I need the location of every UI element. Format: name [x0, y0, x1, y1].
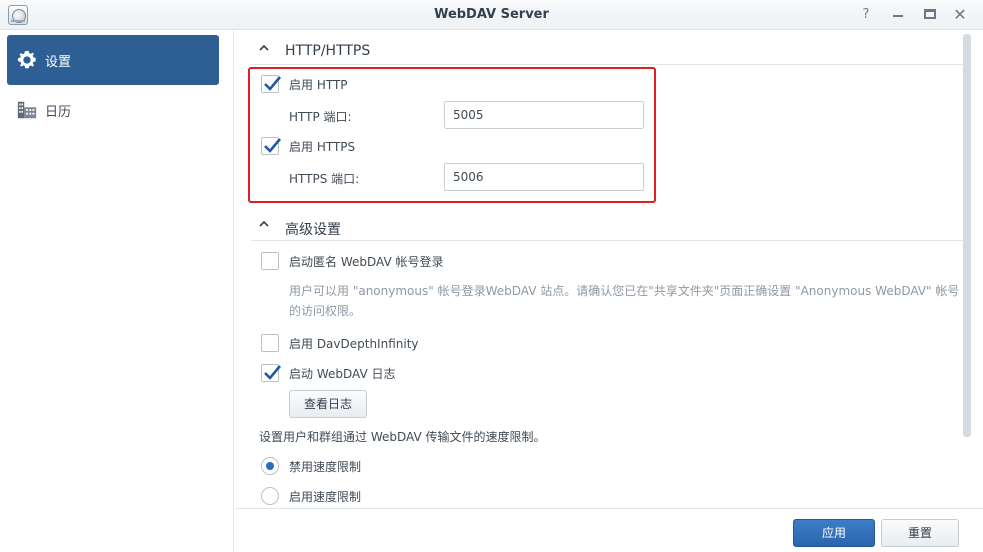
https-port-field[interactable]: 5006 [444, 163, 644, 191]
speed-limit-description: 设置用户和群组通过 WebDAV 传输文件的速度限制。 [259, 430, 546, 444]
depth-infinity-checkbox[interactable] [261, 334, 279, 352]
close-button[interactable]: ✕ [950, 5, 970, 25]
reset-button[interactable]: 重置 [881, 519, 959, 547]
view-log-button[interactable]: 查看日志 [289, 390, 367, 418]
sidebar-item-label: 日历 [45, 105, 72, 120]
main-content: HTTP/HTTPS 启用 HTTP HTTP 端口: 5005 启用 HTTP… [235, 31, 983, 508]
maximize-icon [924, 9, 936, 19]
enable-speed-limit-label: 启用速度限制 [289, 490, 362, 504]
gear-icon [17, 50, 36, 69]
sidebar-item-calendar[interactable]: 日历 [7, 85, 219, 135]
checkmark-icon [264, 138, 281, 153]
section-title: 高级设置 [285, 222, 341, 238]
webdav-log-checkbox[interactable] [261, 364, 281, 382]
enable-https-checkbox[interactable] [261, 137, 281, 155]
close-icon: ✕ [953, 5, 967, 24]
webdav-log-label: 启动 WebDAV 日志 [289, 367, 396, 381]
enable-https-label: 启用 HTTPS [289, 140, 356, 154]
anonymous-note: 用户可以用 "anonymous" 帐号登录WebDAV 站点。请确认您已在"共… [289, 284, 960, 318]
help-icon: ? [862, 7, 870, 22]
window-titlebar: WebDAV Server ? ✕ [0, 0, 983, 30]
minimize-button[interactable] [888, 5, 908, 25]
section-header-advanced[interactable]: 高级设置 [251, 211, 963, 241]
section-title: HTTP/HTTPS [285, 43, 371, 59]
window-title: WebDAV Server [434, 7, 549, 22]
calendar-building-icon [17, 101, 37, 119]
depth-infinity-label: 启用 DavDepthInfinity [289, 337, 419, 351]
minimize-icon [893, 15, 903, 17]
http-port-field[interactable]: 5005 [444, 101, 644, 129]
chevron-up-icon [259, 220, 269, 227]
enable-http-checkbox[interactable] [261, 75, 281, 93]
sidebar-item-label: 设置 [45, 55, 72, 70]
maximize-button[interactable] [920, 5, 940, 25]
footer-bar: 应用 重置 [235, 508, 983, 552]
sidebar-item-settings[interactable]: 设置 [7, 35, 219, 85]
checkmark-icon [264, 365, 281, 380]
https-port-label: HTTPS 端口: [289, 172, 360, 186]
vertical-scrollbar[interactable] [963, 34, 971, 437]
sidebar: 设置 日历 [0, 31, 234, 552]
section-header-http[interactable]: HTTP/HTTPS [251, 35, 963, 65]
disable-speed-limit-label: 禁用速度限制 [289, 460, 362, 474]
http-port-label: HTTP 端口: [289, 110, 352, 124]
help-button[interactable]: ? [856, 5, 876, 25]
anonymous-login-label: 启动匿名 WebDAV 帐号登录 [289, 255, 444, 269]
anonymous-login-checkbox[interactable] [261, 252, 279, 270]
checkmark-icon [264, 76, 281, 91]
enable-speed-limit-radio[interactable] [261, 487, 279, 505]
chevron-up-icon [259, 44, 269, 51]
apply-button[interactable]: 应用 [793, 519, 875, 547]
disable-speed-limit-radio[interactable] [261, 457, 279, 475]
enable-http-label: 启用 HTTP [289, 78, 348, 92]
